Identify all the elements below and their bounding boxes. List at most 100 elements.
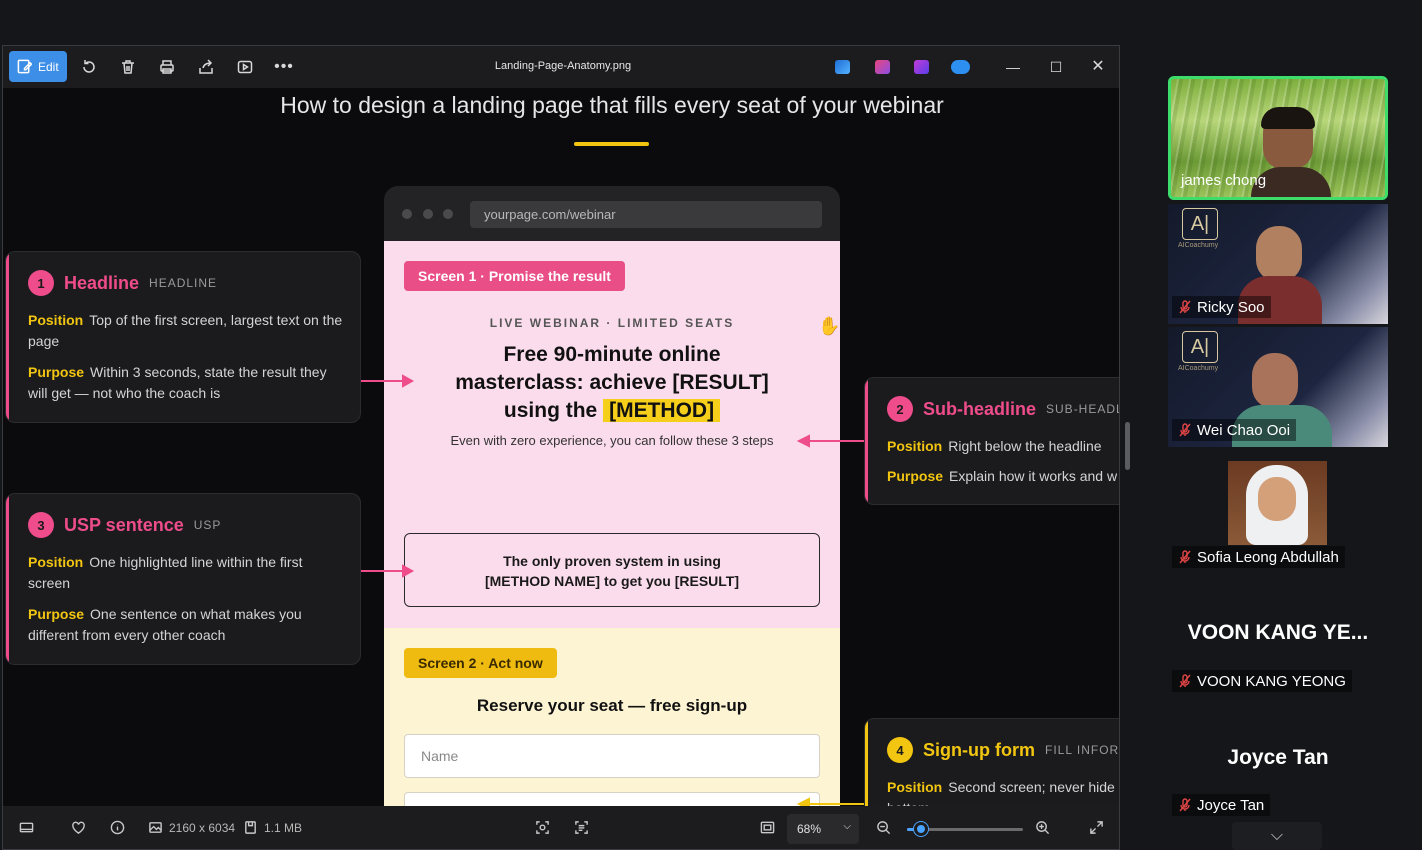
subheadline-card: 2 Sub-headline SUB-HEADLINE Position Righ… xyxy=(864,377,1119,505)
designer-icon[interactable] xyxy=(914,60,929,74)
position-text: Second screen; never hide xyxy=(948,779,1115,795)
logo-caption: AICoachumy xyxy=(1178,242,1219,249)
photo-viewer-window: Edit ••• Landing-Page-Anatomy.png — ☐ ✕ … xyxy=(2,45,1120,850)
heart-icon xyxy=(72,821,85,834)
printer-icon xyxy=(160,60,174,74)
position-label: Position xyxy=(887,779,943,795)
text-scan-icon xyxy=(575,821,588,834)
image-canvas[interactable]: How to design a landing page that fills … xyxy=(3,88,1119,806)
mic-muted-icon xyxy=(1179,550,1191,564)
fit-window-icon xyxy=(760,821,775,834)
filmstrip-toggle[interactable] xyxy=(19,820,34,835)
viewer-titlebar: Edit ••• Landing-Page-Anatomy.png — ☐ ✕ xyxy=(3,46,1119,88)
screen-2-pill: Screen 2 · Act now xyxy=(404,648,557,678)
close-button[interactable]: ✕ xyxy=(1085,56,1111,78)
card-number-badge: 4 xyxy=(887,737,913,763)
fit-to-window-button[interactable] xyxy=(760,820,775,835)
card-title: USP sentence xyxy=(64,514,184,535)
participant-tile[interactable]: Joyce Tan xyxy=(1172,794,1271,816)
more-dots-icon: ••• xyxy=(274,58,294,75)
participant-tile[interactable]: A| AICoachumy Ricky Soo xyxy=(1168,204,1388,324)
aicoach-logo: A| xyxy=(1182,208,1218,240)
position-label: Position xyxy=(887,438,943,454)
minimize-button[interactable]: — xyxy=(1000,56,1026,78)
eyebrow-text: LIVE WEBINAR · LIMITED SEATS xyxy=(489,316,735,330)
screen-1-pill: Screen 1 · Promise the result xyxy=(404,261,625,291)
usp-line-1: The only proven system in using xyxy=(503,553,721,569)
image-title: How to design a landing page that fills … xyxy=(280,92,944,118)
card-title: Sign-up form xyxy=(923,739,1035,760)
rotate-button[interactable] xyxy=(74,54,104,80)
print-button[interactable] xyxy=(152,54,182,80)
headline-card: 1 Headline HEADLINE Position Top of the f… xyxy=(5,251,361,423)
viewer-status-bar: 2160 x 6034 1.1 MB 68% ⌵ xyxy=(3,806,1119,849)
card-number-badge: 2 xyxy=(887,396,913,422)
scroll-down-button[interactable]: ⌵ xyxy=(1232,822,1322,850)
minimize-icon: — xyxy=(1006,59,1020,75)
chevron-down-icon: ⌵ xyxy=(1270,827,1284,844)
file-name-title: Landing-Page-Anatomy.png xyxy=(494,60,632,72)
share-button[interactable] xyxy=(191,54,221,80)
app-shortcut-icon[interactable] xyxy=(835,60,850,74)
participant-name: james chong xyxy=(1181,171,1267,189)
card-number-badge: 3 xyxy=(28,512,54,538)
participant-name: Wei Chao Ooi xyxy=(1197,421,1291,439)
maximize-icon: ☐ xyxy=(1049,59,1063,75)
signup-form-card: 4 Sign-up form FILL INFOR Position Second… xyxy=(864,718,1119,806)
participant-tile[interactable]: Sofia Leong Abdullah xyxy=(1172,546,1345,568)
purpose-text: Explain how it works and w xyxy=(949,468,1118,484)
reserve-heading: Reserve your seat — free sign-up xyxy=(476,696,748,715)
participant-face xyxy=(1256,226,1302,282)
mock-url-bar: yourpage.com/webinar xyxy=(470,201,822,228)
purpose-label: Purpose xyxy=(887,468,944,484)
zoom-in-button[interactable] xyxy=(1035,820,1050,835)
headline-line-1: Free 90-minute online xyxy=(503,343,721,366)
participant-face xyxy=(1252,353,1298,409)
mic-muted-icon xyxy=(1179,300,1191,314)
window-dot xyxy=(423,209,433,219)
edit-button[interactable]: Edit xyxy=(9,51,67,82)
position-label: Position xyxy=(28,312,84,328)
headline-using: using the xyxy=(503,399,598,422)
purpose-label: Purpose xyxy=(28,606,85,622)
text-scan-button[interactable] xyxy=(574,820,589,835)
fullscreen-button[interactable] xyxy=(1089,820,1104,835)
mic-muted-icon xyxy=(1179,798,1191,812)
zoom-out-button[interactable] xyxy=(876,820,891,835)
usp-box: The only proven system in using [METHOD … xyxy=(404,533,820,607)
headline-line-2: masterclass: achieve [RESULT] xyxy=(455,371,769,394)
card-tag: USP xyxy=(193,518,222,532)
maximize-button[interactable]: ☐ xyxy=(1043,56,1069,78)
purpose-label: Purpose xyxy=(28,364,85,380)
zoom-dropdown[interactable]: 68% ⌵ xyxy=(787,814,859,844)
participant-tile[interactable]: james chong xyxy=(1168,76,1388,200)
logo-caption: AICoachumy xyxy=(1178,365,1219,372)
second-field xyxy=(404,792,820,806)
position-label: Position xyxy=(28,554,84,570)
participant-tile[interactable]: VOON KANG YEONG xyxy=(1172,670,1352,692)
file-info-button[interactable] xyxy=(110,820,125,835)
card-title: Sub-headline xyxy=(923,398,1037,419)
participant-name: Sofia Leong Abdullah xyxy=(1197,548,1339,566)
edit-pencil-icon xyxy=(17,59,32,74)
participant-name: Joyce Tan xyxy=(1197,796,1265,814)
slideshow-icon xyxy=(237,60,253,74)
window-dot xyxy=(443,209,453,219)
usp-line-2: [METHOD NAME] to get you [RESULT] xyxy=(484,573,740,589)
favorite-button[interactable] xyxy=(71,820,86,835)
delete-button[interactable] xyxy=(113,54,143,80)
zoom-level: 68% xyxy=(797,822,822,836)
panel-resize-handle[interactable] xyxy=(1125,422,1130,470)
clipchamp-icon[interactable] xyxy=(875,60,890,74)
position-text: Right below the headline xyxy=(948,438,1102,454)
card-title: Headline xyxy=(64,272,140,293)
participant-video-thumbnail[interactable] xyxy=(1228,461,1327,545)
visual-search-button[interactable] xyxy=(535,820,550,835)
participant-tile[interactable]: A| AICoachumy Wei Chao Ooi xyxy=(1168,327,1388,447)
zoom-slider-thumb[interactable] xyxy=(913,822,928,836)
onedrive-icon[interactable] xyxy=(951,60,970,74)
participant-display-name: Joyce Tan xyxy=(1227,746,1329,769)
participant-face xyxy=(1258,477,1296,521)
more-options-button[interactable]: ••• xyxy=(269,54,299,80)
slideshow-button[interactable] xyxy=(230,54,260,80)
